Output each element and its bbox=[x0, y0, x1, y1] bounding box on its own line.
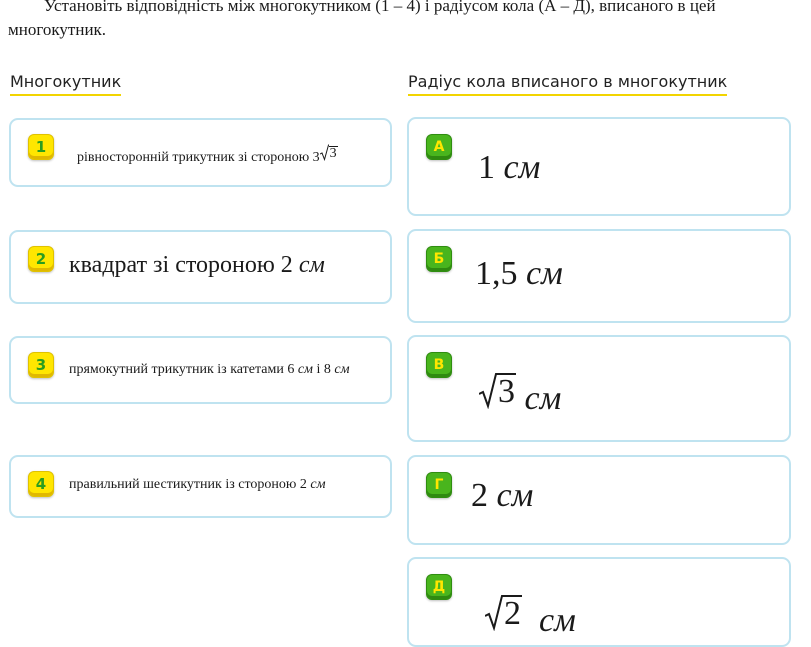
badge-a: А bbox=[426, 134, 452, 160]
sqrt-symbol: 3 bbox=[319, 144, 338, 161]
badge-2: 2 bbox=[28, 246, 54, 272]
left-item-1-text: рівносторонній трикутник зі стороною 33 bbox=[77, 144, 338, 165]
right-item-a-value: 1 см bbox=[478, 149, 541, 186]
right-item-b[interactable]: Б 1,5 см bbox=[407, 229, 791, 323]
left-item-3-text: прямокутний трикутник із катетами 6 см і… bbox=[69, 362, 350, 377]
badge-v: В bbox=[426, 352, 452, 378]
left-item-1[interactable]: 1 рівносторонній трикутник зі стороною 3… bbox=[9, 118, 392, 187]
badge-3: 3 bbox=[28, 352, 54, 378]
right-item-d-value: 2 см bbox=[485, 595, 576, 640]
badge-d: Д bbox=[426, 574, 452, 600]
question-text: Установіть відповідність між многокутник… bbox=[8, 0, 716, 39]
left-item-3[interactable]: 3 прямокутний трикутник із катетами 6 см… bbox=[9, 336, 392, 404]
header-radius: Радіус кола вписаного в многокутник bbox=[408, 72, 728, 96]
badge-4: 4 bbox=[28, 471, 54, 497]
right-item-a[interactable]: А 1 см bbox=[407, 117, 791, 216]
left-item-4-text: правильний шестикутник із стороною 2 см bbox=[69, 477, 326, 492]
badge-1: 1 bbox=[28, 134, 54, 160]
left-item-2-text: квадрат зі стороною 2 см bbox=[69, 252, 325, 278]
sqrt-symbol: 3 bbox=[479, 373, 516, 409]
left-item-4[interactable]: 4 правильний шестикутник із стороною 2 с… bbox=[9, 455, 392, 518]
header-polygon: Многокутник bbox=[10, 72, 122, 96]
right-item-g[interactable]: Г 2 см bbox=[407, 455, 791, 545]
badge-b: Б bbox=[426, 246, 452, 272]
badge-g: Г bbox=[426, 472, 452, 498]
right-item-g-value: 2 см bbox=[471, 477, 534, 514]
sqrt-symbol: 2 bbox=[485, 595, 522, 631]
right-item-d[interactable]: Д 2 см bbox=[407, 557, 791, 647]
left-item-2[interactable]: 2 квадрат зі стороною 2 см bbox=[9, 230, 392, 304]
right-item-b-value: 1,5 см bbox=[475, 255, 563, 292]
right-item-v-value: 3 см bbox=[479, 373, 561, 418]
right-item-v[interactable]: В 3 см bbox=[407, 335, 791, 442]
